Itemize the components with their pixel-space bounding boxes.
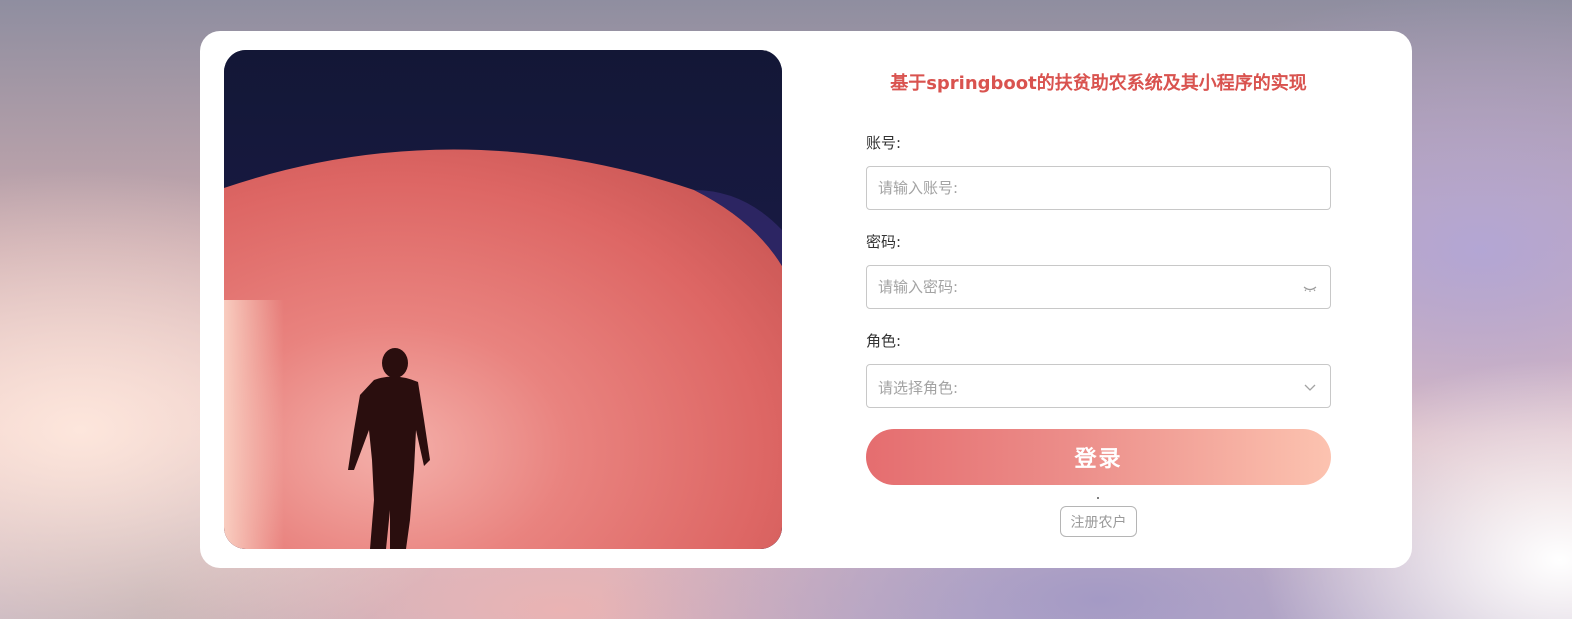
login-card: 基于springboot的扶贫助农系统及其小程序的实现 账号: 密码: 角色: …: [200, 31, 1412, 568]
role-select[interactable]: 请选择角色:: [866, 364, 1331, 408]
hero-image: [224, 50, 782, 549]
role-select-placeholder: 请选择角色:: [878, 379, 959, 397]
login-button[interactable]: 登录: [866, 429, 1331, 485]
chevron-down-icon[interactable]: [1302, 379, 1318, 395]
register-farmer-button[interactable]: 注册农户: [1060, 506, 1137, 537]
hero-illustration: [224, 50, 782, 549]
eye-closed-icon[interactable]: [1302, 280, 1318, 296]
password-field[interactable]: [866, 265, 1331, 309]
account-field[interactable]: [866, 166, 1331, 210]
separator-dot: [1097, 497, 1099, 499]
password-input[interactable]: [867, 266, 1278, 308]
page-title: 基于springboot的扶贫助农系统及其小程序的实现: [890, 73, 1307, 94]
account-label: 账号:: [866, 134, 902, 152]
role-label: 角色:: [866, 332, 902, 350]
password-label: 密码:: [866, 233, 902, 251]
account-input[interactable]: [867, 167, 1278, 209]
